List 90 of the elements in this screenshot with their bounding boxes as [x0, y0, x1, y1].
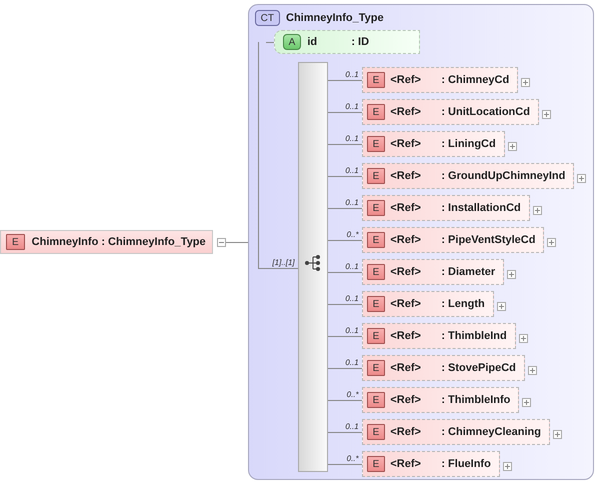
element-ref: <Ref> — [390, 234, 422, 246]
element-node[interactable]: E ChimneyInfo : ChimneyInfo_Type — [0, 230, 213, 254]
element-ref: <Ref> — [390, 362, 422, 374]
expand-icon[interactable] — [521, 78, 530, 86]
element-type: : ThimbleInd — [441, 330, 507, 342]
element-ref: <Ref> — [390, 202, 422, 214]
element-ref: <Ref> — [390, 138, 422, 150]
element-node[interactable]: E <Ref> : FlueInfo — [362, 451, 500, 477]
element-node[interactable]: E <Ref> : Length — [362, 291, 494, 317]
element-ref: <Ref> — [390, 266, 422, 278]
element-node[interactable]: E <Ref> : ChimneyCd — [362, 67, 518, 93]
element-type: : StovePipeCd — [441, 362, 516, 374]
complex-type-badge: CT — [254, 10, 280, 26]
complex-type-title: ChimneyInfo_Type — [286, 12, 384, 24]
element-badge: E — [366, 456, 386, 472]
expand-icon[interactable] — [528, 366, 537, 374]
element-ref: <Ref> — [390, 106, 422, 118]
element-badge: E — [366, 136, 386, 152]
occurrence-label: 0..1 — [345, 358, 360, 368]
expand-icon[interactable] — [502, 462, 512, 470]
element-badge: E — [366, 360, 386, 376]
occurrence-label: 0..1 — [345, 198, 360, 208]
element-type: : ChimneyCleaning — [441, 426, 541, 438]
element-badge: E — [366, 392, 386, 408]
element-node[interactable]: E <Ref> : ChimneyCleaning — [362, 419, 550, 445]
element-ref: <Ref> — [390, 426, 422, 438]
occurrence-label: 0..1 — [345, 262, 360, 272]
element-ref: <Ref> — [390, 298, 422, 310]
element-node[interactable]: E <Ref> : StovePipeCd — [362, 355, 525, 381]
element-node[interactable]: E <Ref> : InstallationCd — [362, 195, 530, 221]
element-ref: <Ref> — [390, 458, 422, 470]
sequence-icon — [304, 254, 322, 272]
expand-icon[interactable] — [547, 238, 556, 246]
expand-icon[interactable] — [518, 334, 528, 342]
element-ref: <Ref> — [390, 170, 422, 182]
occurrence-label: [1]..[1] — [272, 258, 296, 268]
element-badge: E — [366, 232, 386, 248]
element-badge: E — [366, 168, 386, 184]
occurrence-label: 0..1 — [345, 422, 360, 432]
element-badge: E — [366, 424, 386, 440]
expand-icon[interactable] — [522, 398, 532, 406]
occurrence-label: 0..* — [346, 454, 360, 464]
element-node[interactable]: E <Ref> : ThimbleInd — [362, 323, 516, 349]
occurrence-label: 0..1 — [345, 326, 360, 336]
element-node[interactable]: E <Ref> : PipeVentStyleCd — [362, 227, 544, 253]
element-badge: E — [366, 104, 386, 120]
element-type: : GroundUpChimneyInd — [441, 170, 566, 182]
attribute-type: : ID — [351, 36, 370, 48]
element-type: : FlueInfo — [441, 458, 491, 470]
occurrence-label: 0..1 — [345, 294, 360, 304]
element-badge: E — [366, 296, 386, 312]
element-node[interactable]: E <Ref> : GroundUpChimneyInd — [362, 163, 574, 189]
element-node[interactable]: E <Ref> : UnitLocationCd — [362, 99, 539, 125]
element-ref: <Ref> — [390, 394, 422, 406]
element-type: : LiningCd — [441, 138, 496, 150]
element-node[interactable]: E <Ref> : LiningCd — [362, 131, 505, 157]
expand-icon[interactable] — [508, 142, 517, 150]
attribute-node[interactable]: A id : ID — [274, 30, 420, 54]
element-ref: <Ref> — [390, 74, 422, 86]
element-node[interactable]: E <Ref> : ThimbleInfo — [362, 387, 520, 413]
attribute-badge: A — [282, 34, 302, 50]
occurrence-label: 0..* — [346, 390, 360, 400]
occurrence-label: 0..1 — [345, 134, 360, 144]
expand-icon[interactable] — [542, 110, 551, 118]
expand-icon[interactable] — [507, 270, 516, 278]
element-label: ChimneyInfo : ChimneyInfo_Type — [32, 236, 206, 248]
element-type: : Length — [441, 298, 485, 310]
element-type: : PipeVentStyleCd — [441, 234, 536, 246]
element-badge: E — [366, 264, 386, 280]
element-type: : ChimneyCd — [441, 74, 510, 86]
element-ref: <Ref> — [390, 330, 422, 342]
collapse-icon[interactable] — [216, 238, 226, 246]
occurrence-label: 0..1 — [345, 70, 360, 80]
occurrence-label: 0..* — [346, 230, 360, 240]
element-badge: E — [366, 72, 386, 88]
element-type: : UnitLocationCd — [441, 106, 530, 118]
element-type: : Diameter — [441, 266, 496, 278]
element-badge: E — [366, 328, 386, 344]
element-badge: E — [366, 200, 386, 216]
expand-icon[interactable] — [532, 206, 542, 214]
element-type: : ThimbleInfo — [441, 394, 510, 406]
expand-icon[interactable] — [577, 174, 586, 182]
element-node[interactable]: E <Ref> : Diameter — [362, 259, 504, 285]
attribute-name: id — [307, 36, 318, 48]
element-badge: E — [6, 234, 25, 250]
expand-icon[interactable] — [496, 302, 506, 310]
expand-icon[interactable] — [552, 430, 562, 438]
occurrence-label: 0..1 — [345, 102, 360, 112]
occurrence-label: 0..1 — [345, 166, 360, 176]
element-type: : InstallationCd — [441, 202, 521, 214]
